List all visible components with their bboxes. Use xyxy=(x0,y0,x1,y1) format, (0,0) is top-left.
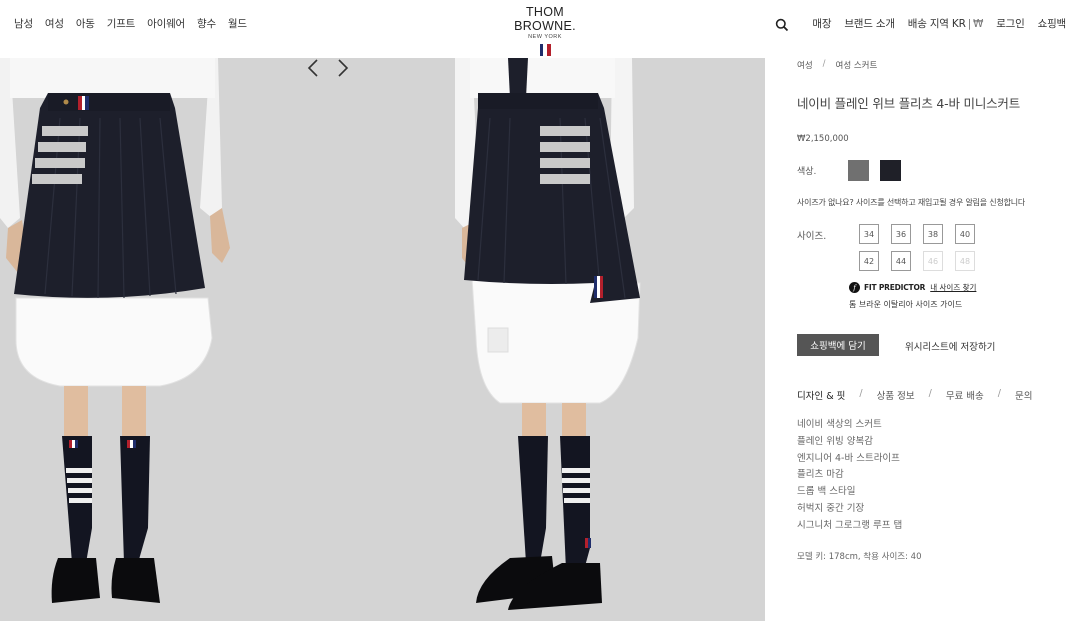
size-option-44[interactable]: 44 xyxy=(891,251,911,271)
tab-design-fit[interactable]: 디자인 & 핏 xyxy=(797,388,845,402)
design-feature-list: 네이비 색상의 스커트 플레인 위빙 양복감 엔지니어 4-바 스트라이프 플리… xyxy=(797,417,902,535)
product-photo-side xyxy=(455,58,641,610)
tab-product-info[interactable]: 상품 정보 xyxy=(877,388,915,402)
size-guide-link[interactable]: 톰 브라운 이탈리아 사이즈 가이드 xyxy=(849,299,962,310)
brand-link[interactable]: 브랜드 소개 xyxy=(844,16,895,31)
feature-item: 엔지니어 4-바 스트라이프 xyxy=(797,452,900,464)
size-option-42[interactable]: 42 xyxy=(859,251,879,271)
tab-separator: / xyxy=(928,388,932,399)
size-option-40[interactable]: 40 xyxy=(955,224,975,244)
size-option-36[interactable]: 36 xyxy=(891,224,911,244)
product-photo-front xyxy=(0,58,230,603)
brand-logo[interactable]: THOM BROWNE. NEW YORK xyxy=(495,5,595,56)
tab-inquiry[interactable]: 문의 xyxy=(1015,388,1032,402)
logo-wordmark: THOM BROWNE. xyxy=(514,5,576,33)
tab-separator: / xyxy=(859,388,863,399)
nav-eyewear[interactable]: 아이웨어 xyxy=(147,16,185,31)
fit-predictor-icon: f xyxy=(849,282,860,293)
size-option-46[interactable]: 46 xyxy=(923,251,943,271)
fit-predictor: f FIT PREDICTOR 내 사이즈 찾기 xyxy=(849,282,976,293)
chevron-left-icon[interactable] xyxy=(306,58,320,78)
breadcrumb: 여성 / 여성 스커트 xyxy=(797,59,877,71)
nav-kids[interactable]: 아동 xyxy=(76,16,95,31)
currency-selector[interactable]: ₩ xyxy=(973,18,983,30)
shopping-bag-link[interactable]: 쇼핑백 xyxy=(1038,16,1067,31)
login-link[interactable]: 로그인 xyxy=(996,16,1025,31)
product-title: 네이비 플레인 위브 플리츠 4-바 미니스커트 xyxy=(797,96,1021,111)
product-price: ₩2,150,000 xyxy=(797,134,849,144)
product-details-panel: 여성 / 여성 스커트 네이비 플레인 위브 플리츠 4-바 미니스커트 ₩2,… xyxy=(765,58,1080,621)
feature-item: 허벅지 중간 기장 xyxy=(797,502,865,514)
color-label: 색상. xyxy=(797,167,817,177)
feature-item: 네이비 색상의 스커트 xyxy=(797,419,882,430)
search-icon[interactable] xyxy=(775,18,789,32)
color-swatch-grey[interactable] xyxy=(848,160,869,181)
product-info-tabs: 디자인 & 핏 / 상품 정보 / 무료 배송 / 문의 xyxy=(797,388,1032,402)
size-label: 사이즈. xyxy=(797,231,827,242)
nav-gifts[interactable]: 기프트 xyxy=(107,16,136,31)
nav-fragrance[interactable]: 향수 xyxy=(197,16,216,31)
nav-men[interactable]: 남성 xyxy=(14,16,33,31)
tab-free-shipping[interactable]: 무료 배송 xyxy=(946,388,984,402)
color-swatch-navy[interactable] xyxy=(880,160,901,181)
add-to-bag-button[interactable]: 쇼핑백에 담기 xyxy=(797,334,879,356)
feature-item: 플레인 위빙 양복감 xyxy=(797,435,873,447)
save-to-wishlist-link[interactable]: 위시리스트에 저장하기 xyxy=(905,339,995,353)
size-option-48[interactable]: 48 xyxy=(955,251,975,271)
feature-item: 드롭 백 스타일 xyxy=(797,486,856,498)
breadcrumb-women-skirts[interactable]: 여성 스커트 xyxy=(836,59,878,71)
site-header: 남성 여성 아동 기프트 아이웨어 향수 월드 THOM BROWNE. NEW… xyxy=(0,0,1080,58)
logo-subtitle: NEW YORK xyxy=(528,34,562,40)
fit-predictor-label: FIT PREDICTOR xyxy=(864,283,926,292)
breadcrumb-women[interactable]: 여성 xyxy=(797,59,813,71)
tricolor-flag-icon xyxy=(539,44,551,56)
product-image-gallery[interactable] xyxy=(0,58,765,621)
size-restock-note[interactable]: 사이즈가 없나요? 사이즈를 선택하고 재입고될 경우 알림을 신청합니다 xyxy=(797,197,1025,208)
chevron-right-icon[interactable] xyxy=(336,58,350,78)
utility-nav: 매장 브랜드 소개 배송 지역 KR | ₩ 로그인 쇼핑백 xyxy=(799,16,1066,31)
ship-region-selector[interactable]: 배송 지역 KR xyxy=(908,16,966,31)
model-size-info: 모델 키: 178cm, 착용 사이즈: 40 xyxy=(797,552,922,562)
nav-women[interactable]: 여성 xyxy=(45,16,64,31)
product-photos xyxy=(0,58,641,610)
region-separator: | xyxy=(967,17,972,30)
feature-item: 플리츠 마감 xyxy=(797,469,844,481)
stores-link[interactable]: 매장 xyxy=(812,16,831,31)
nav-world[interactable]: 월드 xyxy=(228,16,247,31)
breadcrumb-separator: / xyxy=(822,59,826,69)
tab-separator: / xyxy=(997,388,1001,399)
size-option-38[interactable]: 38 xyxy=(923,224,943,244)
find-my-size-link[interactable]: 내 사이즈 찾기 xyxy=(930,282,976,293)
main-nav: 남성 여성 아동 기프트 아이웨어 향수 월드 xyxy=(14,16,259,31)
feature-item: 시그니처 그로그랭 루프 탭 xyxy=(797,519,903,531)
size-option-34[interactable]: 34 xyxy=(859,224,879,244)
